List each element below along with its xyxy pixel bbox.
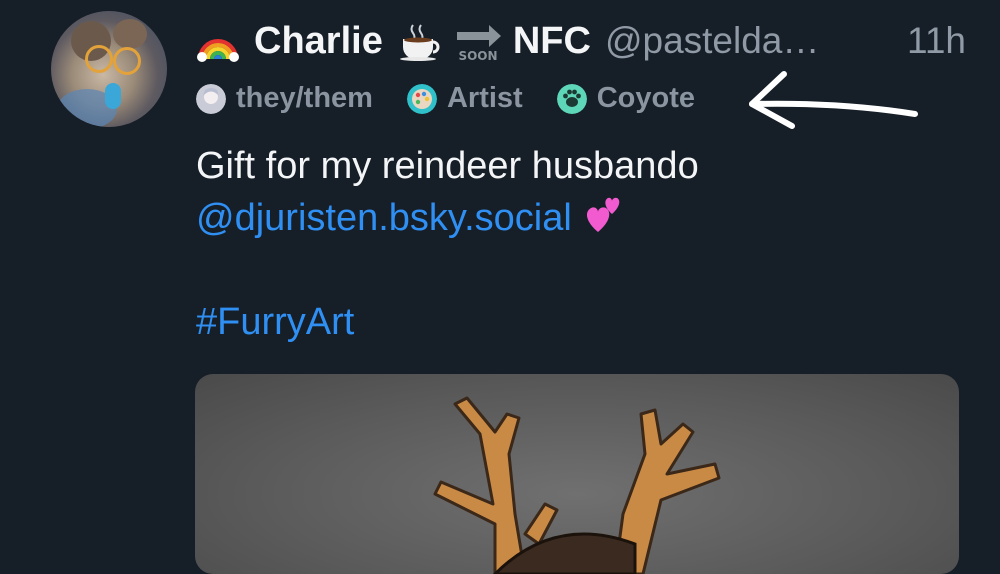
hashtag-link[interactable]: #FurryArt: [196, 301, 354, 343]
post-text-line: Gift for my reindeer husbando: [196, 145, 699, 187]
badge-species-label: Coyote: [596, 82, 696, 114]
badge-species[interactable]: Coyote: [556, 82, 696, 115]
post-mention-line: @djuristen.bsky.social: [196, 192, 956, 244]
author-name-suffix[interactable]: NFC: [513, 20, 591, 63]
mention-link[interactable]: @djuristen.bsky.social: [196, 197, 572, 239]
badge-pronouns-label: they/them: [236, 82, 373, 114]
coffee-icon: [399, 24, 440, 61]
post-body: Gift for my reindeer husbando @djuristen…: [196, 140, 956, 348]
rainbow-icon: [197, 39, 239, 62]
avatar[interactable]: [51, 11, 167, 127]
annotation-arrow-icon: [749, 71, 918, 129]
palette-icon: [406, 83, 437, 114]
soon-arrow-icon: SOON: [456, 25, 501, 63]
badge-artist[interactable]: Artist: [406, 82, 523, 115]
paw-icon: [556, 83, 587, 114]
profile-badges: they/them Artist Coyote: [196, 82, 729, 115]
badge-artist-label: Artist: [446, 82, 523, 114]
author-display-name[interactable]: Charlie: [254, 20, 383, 63]
post-hashtag-line: #FurryArt: [196, 296, 956, 348]
badge-pronouns[interactable]: they/them: [196, 82, 373, 115]
author-handle[interactable]: @pastelda…: [605, 20, 819, 62]
post-image[interactable]: [195, 374, 959, 574]
two-hearts-icon: [586, 197, 620, 232]
post-timestamp[interactable]: 11h: [907, 20, 966, 62]
reindeer-antlers-artwork: [433, 396, 721, 574]
soon-label: SOON: [458, 49, 497, 63]
post-header: Charlie SOON NFC @pastelda… 11h: [196, 16, 966, 66]
character-avatar-icon: [196, 83, 226, 114]
